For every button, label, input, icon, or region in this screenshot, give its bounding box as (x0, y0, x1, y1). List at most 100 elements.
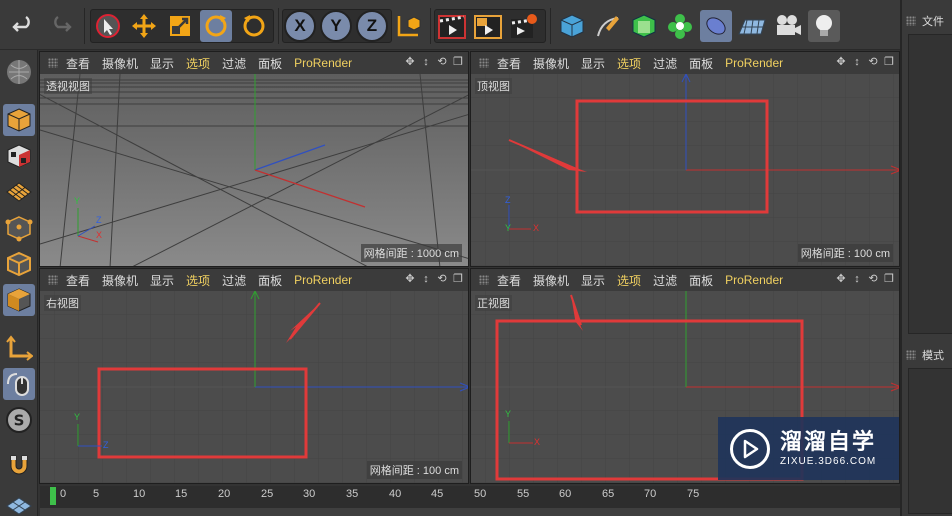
maximize-icon[interactable]: ❐ (452, 272, 464, 286)
cube-primitive-icon[interactable] (556, 10, 588, 42)
menu-options[interactable]: 选项 (186, 55, 210, 72)
menu-filter[interactable]: 过滤 (653, 272, 677, 289)
pan-icon[interactable]: ✥ (835, 55, 847, 69)
orbit-icon[interactable]: ⟲ (436, 55, 448, 69)
timeline-playhead[interactable] (50, 487, 56, 505)
magnet-icon[interactable] (3, 448, 35, 480)
menu-prorender[interactable]: ProRender (294, 56, 352, 70)
menu-prorender[interactable]: ProRender (725, 56, 783, 70)
orbit-icon[interactable]: ⟲ (436, 272, 448, 286)
light-icon[interactable] (808, 10, 840, 42)
orbit-icon[interactable]: ⟲ (867, 55, 879, 69)
redo-icon[interactable] (44, 10, 76, 42)
menu-panel[interactable]: 面板 (689, 272, 713, 289)
menu-view[interactable]: 查看 (497, 55, 521, 72)
coordinate-system-icon[interactable] (392, 10, 424, 42)
point-mode-icon[interactable] (3, 212, 35, 244)
menu-display[interactable]: 显示 (581, 272, 605, 289)
attribute-manager-header[interactable]: 模式 (906, 344, 952, 366)
model-mode-icon[interactable] (3, 104, 35, 136)
grip-icon[interactable] (906, 16, 916, 26)
menu-prorender[interactable]: ProRender (294, 273, 352, 287)
menu-panel[interactable]: 面板 (689, 55, 713, 72)
zoom-icon[interactable]: ↕ (420, 55, 432, 69)
timeline-ruler[interactable]: 0 5 10 15 20 25 30 35 40 45 50 55 60 65 … (40, 486, 900, 508)
grip-icon[interactable] (479, 275, 489, 285)
grid-plane-icon[interactable] (3, 490, 35, 516)
render-view-icon[interactable] (436, 10, 468, 42)
make-editable-icon[interactable] (3, 56, 35, 88)
edge-mode-icon[interactable] (3, 248, 35, 280)
render-settings-icon[interactable] (508, 10, 540, 42)
menu-cameras[interactable]: 摄像机 (533, 55, 569, 72)
menu-options[interactable]: 选项 (186, 272, 210, 289)
workplane-mode-icon[interactable] (3, 176, 35, 208)
menu-view[interactable]: 查看 (497, 272, 521, 289)
menu-panel[interactable]: 面板 (258, 55, 282, 72)
zoom-icon[interactable]: ↕ (851, 272, 863, 286)
subdivision-surface-icon[interactable] (628, 10, 660, 42)
viewport-canvas[interactable]: 顶视图 Z Y X 网格间距 : 100 cm (471, 74, 899, 266)
texture-mode-icon[interactable] (3, 140, 35, 172)
menu-display[interactable]: 显示 (581, 55, 605, 72)
grip-icon[interactable] (906, 350, 916, 360)
object-manager-area[interactable] (908, 34, 952, 334)
render-picture-viewer-icon[interactable] (472, 10, 504, 42)
recent-tool-icon[interactable] (238, 10, 270, 42)
maximize-icon[interactable]: ❐ (883, 272, 895, 286)
viewport-right[interactable]: 查看 摄像机 显示 选项 过滤 面板 ProRender ✥ ↕ ⟲ ❐ 右视图… (39, 268, 469, 484)
menu-display[interactable]: 显示 (150, 55, 174, 72)
x-axis-lock-button[interactable]: X (284, 10, 316, 42)
grip-icon[interactable] (479, 58, 489, 68)
menu-view[interactable]: 查看 (66, 55, 90, 72)
menu-cameras[interactable]: 摄像机 (102, 272, 138, 289)
menu-prorender[interactable]: ProRender (725, 273, 783, 287)
viewport-canvas[interactable]: 右视图 Y Z 网格间距 : 100 cm (40, 291, 468, 483)
main-toolbar: X Y Z (0, 0, 900, 50)
grip-icon[interactable] (48, 275, 58, 285)
menu-filter[interactable]: 过滤 (222, 272, 246, 289)
axis-mode-icon[interactable] (3, 332, 35, 364)
pen-spline-icon[interactable] (592, 10, 624, 42)
menu-options[interactable]: 选项 (617, 55, 641, 72)
cloner-icon[interactable] (664, 10, 696, 42)
pan-icon[interactable]: ✥ (404, 272, 416, 286)
scale-tool-icon[interactable] (164, 10, 196, 42)
floor-icon[interactable] (736, 10, 768, 42)
maximize-icon[interactable]: ❐ (452, 55, 464, 69)
object-manager-header[interactable]: 文件 (906, 10, 952, 32)
live-select-icon[interactable] (92, 10, 124, 42)
grip-icon[interactable] (48, 58, 58, 68)
undo-icon[interactable] (8, 10, 40, 42)
timeline-track[interactable] (40, 508, 900, 516)
menu-filter[interactable]: 过滤 (653, 55, 677, 72)
zoom-icon[interactable]: ↕ (420, 272, 432, 286)
menu-mode[interactable]: 模式 (922, 347, 944, 363)
menu-display[interactable]: 显示 (150, 272, 174, 289)
menu-cameras[interactable]: 摄像机 (533, 272, 569, 289)
camera-icon[interactable] (772, 10, 804, 42)
attribute-manager-area[interactable] (908, 368, 952, 514)
orbit-icon[interactable]: ⟲ (867, 272, 879, 286)
deformer-icon[interactable] (700, 10, 732, 42)
pan-icon[interactable]: ✥ (404, 55, 416, 69)
maximize-icon[interactable]: ❐ (883, 55, 895, 69)
z-axis-lock-button[interactable]: Z (356, 10, 388, 42)
move-tool-icon[interactable] (128, 10, 160, 42)
menu-file[interactable]: 文件 (922, 13, 944, 29)
pan-icon[interactable]: ✥ (835, 272, 847, 286)
viewport-top[interactable]: 查看 摄像机 显示 选项 过滤 面板 ProRender ✥ ↕ ⟲ ❐ 顶视图… (470, 51, 900, 267)
viewport-perspective[interactable]: 查看 摄像机 显示 选项 过滤 面板 ProRender ✥ ↕ ⟲ ❐ 透视视… (39, 51, 469, 267)
polygon-mode-icon[interactable] (3, 284, 35, 316)
menu-filter[interactable]: 过滤 (222, 55, 246, 72)
zoom-icon[interactable]: ↕ (851, 55, 863, 69)
viewport-canvas[interactable]: 透视视图 Y Z X 网格间距 : 1000 cm (40, 74, 468, 266)
menu-cameras[interactable]: 摄像机 (102, 55, 138, 72)
rotate-tool-icon[interactable] (200, 10, 232, 42)
snap-icon[interactable]: S (3, 404, 35, 436)
y-axis-lock-button[interactable]: Y (320, 10, 352, 42)
tweak-mode-icon[interactable] (3, 368, 35, 400)
menu-panel[interactable]: 面板 (258, 272, 282, 289)
menu-options[interactable]: 选项 (617, 272, 641, 289)
menu-view[interactable]: 查看 (66, 272, 90, 289)
